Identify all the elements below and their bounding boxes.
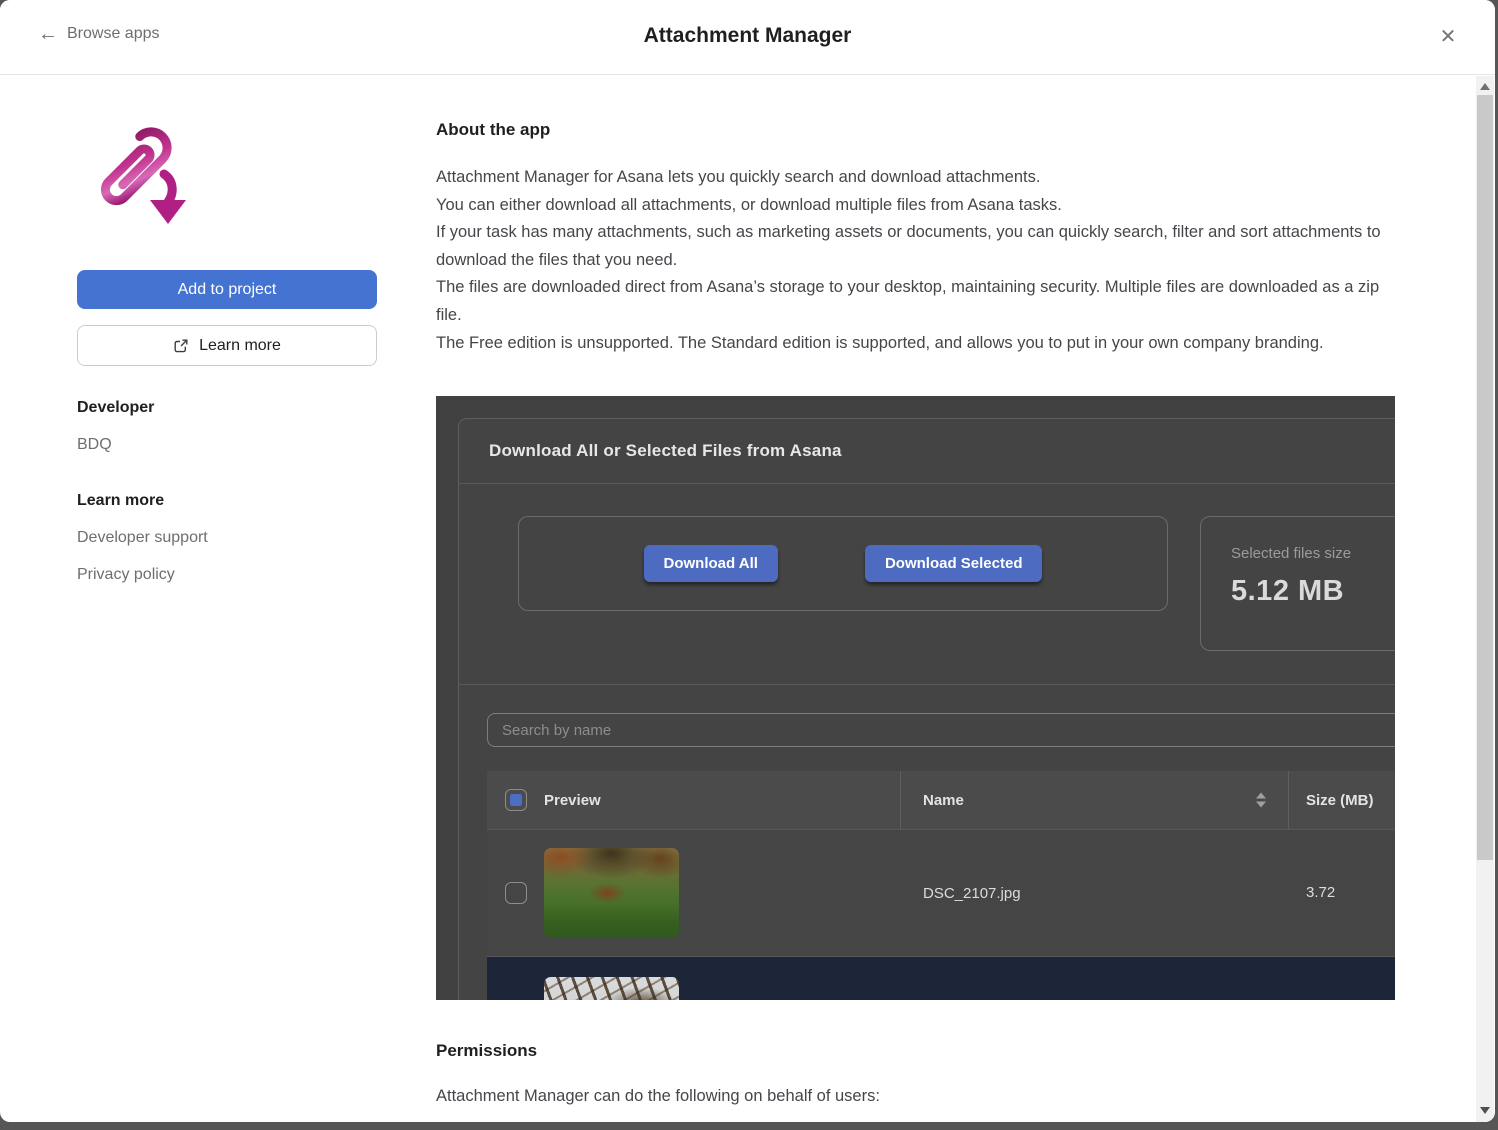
row-checkbox — [505, 882, 527, 904]
screenshot-search-input — [487, 713, 1395, 747]
about-paragraph: If your task has many attachments, such … — [436, 219, 1384, 274]
permissions-heading: Permissions — [436, 1041, 537, 1061]
bare-branches-photo-thumbnail — [544, 977, 679, 1001]
app-screenshot-image: Download All or Selected Files from Asan… — [436, 396, 1395, 1000]
about-paragraph: Attachment Manager for Asana lets you qu… — [436, 164, 1384, 192]
column-header-name: Name — [923, 792, 964, 809]
scroll-down-arrow-icon[interactable] — [1476, 1102, 1494, 1118]
sort-icon — [1256, 793, 1266, 808]
screenshot-download-buttons-box: Download All Download Selected — [518, 516, 1168, 611]
selected-size-value: 5.12 MB — [1231, 575, 1395, 608]
screenshot-divider — [459, 684, 1395, 685]
file-name: DSC_2107.jpg — [923, 885, 1021, 902]
screenshot-attachments-table: Preview Name Size (MB) — [487, 771, 1395, 1000]
app-details-dialog: ← Browse apps Attachment Manager ✕ Add t… — [0, 0, 1495, 1122]
developer-name: BDQ — [77, 436, 112, 454]
select-all-checkbox — [505, 789, 527, 811]
file-size: 3.72 — [1306, 884, 1335, 901]
about-paragraph: You can either download all attachments,… — [436, 192, 1384, 220]
about-paragraph: The files are downloaded direct from Asa… — [436, 274, 1384, 329]
permissions-intro: Attachment Manager can do the following … — [436, 1087, 880, 1106]
privacy-policy-link[interactable]: Privacy policy — [77, 566, 175, 584]
about-paragraph: The Free edition is unsupported. The Sta… — [436, 330, 1384, 358]
about-text: Attachment Manager for Asana lets you qu… — [436, 164, 1384, 357]
table-row: DSC_2107.jpg 3.72 — [487, 829, 1395, 956]
scrollbar-thumb[interactable] — [1477, 95, 1493, 860]
learn-more-button[interactable]: Learn more — [77, 325, 377, 366]
close-icon[interactable]: ✕ — [1435, 24, 1461, 50]
selected-size-label: Selected files size — [1231, 545, 1395, 562]
dialog-header: ← Browse apps Attachment Manager ✕ — [0, 0, 1495, 75]
developer-support-link[interactable]: Developer support — [77, 529, 208, 547]
download-all-button: Download All — [644, 545, 778, 582]
external-link-icon — [173, 338, 189, 354]
add-to-project-button[interactable]: Add to project — [77, 270, 377, 309]
deer-photo-thumbnail — [544, 848, 679, 938]
download-selected-button: Download Selected — [865, 545, 1043, 582]
column-header-size: Size (MB) — [1306, 792, 1374, 809]
checkbox-indeterminate-mark — [510, 794, 522, 806]
table-row-selected — [487, 956, 1395, 1000]
table-header-row: Preview Name Size (MB) — [487, 771, 1395, 829]
screenshot-panel-title: Download All or Selected Files from Asan… — [459, 419, 1395, 484]
page-title: Attachment Manager — [0, 24, 1495, 48]
paperclip-app-icon — [80, 112, 200, 242]
vertical-scrollbar[interactable] — [1476, 76, 1494, 1122]
developer-heading: Developer — [77, 399, 154, 417]
column-header-preview: Preview — [544, 792, 601, 809]
learn-more-heading: Learn more — [77, 492, 164, 510]
scroll-up-arrow-icon[interactable] — [1476, 78, 1494, 94]
about-heading: About the app — [436, 120, 550, 140]
screenshot-card: Download All or Selected Files from Asan… — [458, 418, 1395, 1000]
selected-files-size-box: Selected files size 5.12 MB — [1200, 516, 1395, 651]
learn-more-label: Learn more — [199, 337, 281, 355]
